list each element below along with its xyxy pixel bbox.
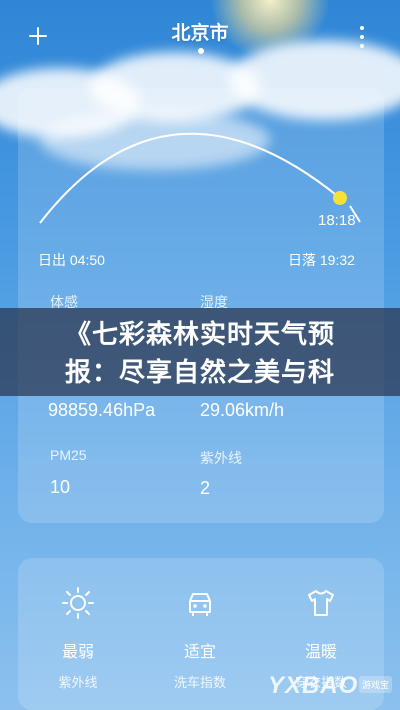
uv-label: 紫外线 [200,450,242,466]
index-level-carwash: 适宜 [183,644,216,661]
banner-title-line-1: 《七彩森林实时天气预 [64,319,335,349]
watermark-logo: YXBAO 游戏宝 [268,668,398,708]
pm25-value: 10 [50,477,71,497]
sunrise-time: 日出 04:50 [38,252,105,268]
page-indicator-dot [198,48,204,54]
top-bar: 北京市 [0,0,400,70]
sun-path-arc [39,132,341,224]
index-level-clothing: 温暖 [304,644,337,661]
pm25-label: PM25 [50,447,87,463]
car-icon [189,593,211,616]
index-level-uv: 最弱 [61,644,94,661]
uv-value: 2 [200,478,211,498]
index-name-carwash[interactable]: 洗车指数 [160,672,240,691]
city-title[interactable]: 北京市 [0,18,400,45]
sunset-time: 日落 19:32 [288,252,355,268]
index-name-uv[interactable]: 紫外线 [38,672,118,691]
more-vertical-icon[interactable] [356,26,368,48]
watermark-badge: 游戏宝 [358,676,392,693]
tshirt-icon [308,590,334,616]
banner-title-line-2: 报：尽享自然之美与科 [64,357,335,387]
watermark-text: YXBAO [268,672,359,699]
pressure-value: 98859.46hPa [48,400,156,420]
current-time: 18:18 [318,212,356,229]
sun-icon [62,587,94,619]
sun-position-dot [333,191,347,205]
wind-value: 29.06km/h [200,400,285,420]
